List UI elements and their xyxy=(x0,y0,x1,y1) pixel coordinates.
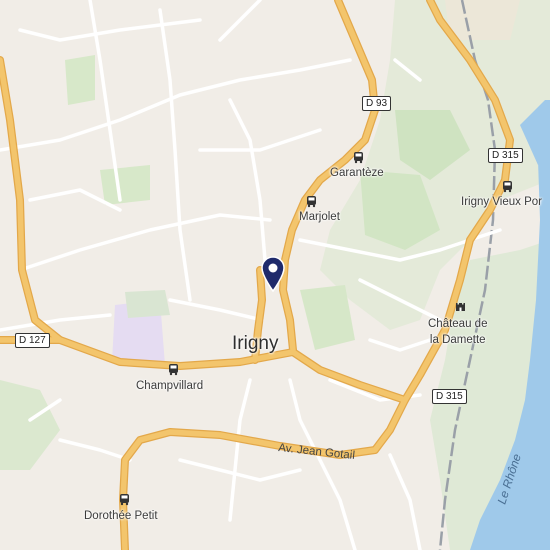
castle-icon[interactable] xyxy=(454,299,467,312)
chateau-label-line2: la Damette xyxy=(429,333,486,346)
bus-icon[interactable] xyxy=(501,180,514,193)
bus-icon[interactable] xyxy=(305,195,318,208)
place-label-champvillard[interactable]: Champvillard xyxy=(136,380,203,393)
chateau-label-line1: Château de xyxy=(428,318,488,330)
bus-icon[interactable] xyxy=(352,151,365,164)
road-shield-d315-top: D 315 xyxy=(488,148,523,163)
bus-icon[interactable] xyxy=(167,363,180,376)
place-label-irigny-vieux-port[interactable]: Irigny Vieux Por xyxy=(461,196,542,209)
town-label-irigny[interactable]: Irigny xyxy=(232,334,278,353)
place-label-garanteze[interactable]: Garantèze xyxy=(330,167,384,180)
bus-icon[interactable] xyxy=(118,493,131,506)
place-label-marjolet[interactable]: Marjolet xyxy=(299,211,340,224)
place-label-chateau-de-la-damette[interactable]: Château de la Damette xyxy=(428,317,487,348)
road-shield-d127: D 127 xyxy=(15,333,50,348)
road-shield-d315-bottom: D 315 xyxy=(432,389,467,404)
place-label-dorothee-petit[interactable]: Dorothée Petit xyxy=(84,510,158,523)
road-shield-d93: D 93 xyxy=(362,96,392,111)
map-pin-icon[interactable] xyxy=(261,256,285,292)
map-canvas[interactable]: Av. Jean Gotail Le Rhône D 93 D 315 D 31… xyxy=(0,0,550,550)
